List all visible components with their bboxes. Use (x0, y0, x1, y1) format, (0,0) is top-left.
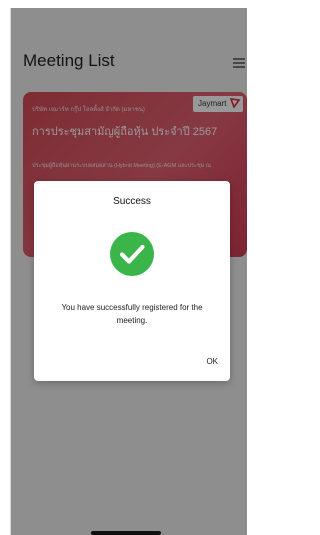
phone-screen: Meeting List บริษัท เจมาร์ท กรุ๊ป โฮลดิ้… (10, 8, 247, 535)
dialog-message: You have successfully registered for the… (61, 303, 203, 325)
dialog-title: Success (113, 196, 151, 207)
home-indicator (91, 531, 161, 535)
ok-button[interactable]: OK (206, 357, 218, 366)
success-dialog: Success You have successfully registered… (34, 181, 230, 381)
success-check-icon (110, 232, 154, 276)
